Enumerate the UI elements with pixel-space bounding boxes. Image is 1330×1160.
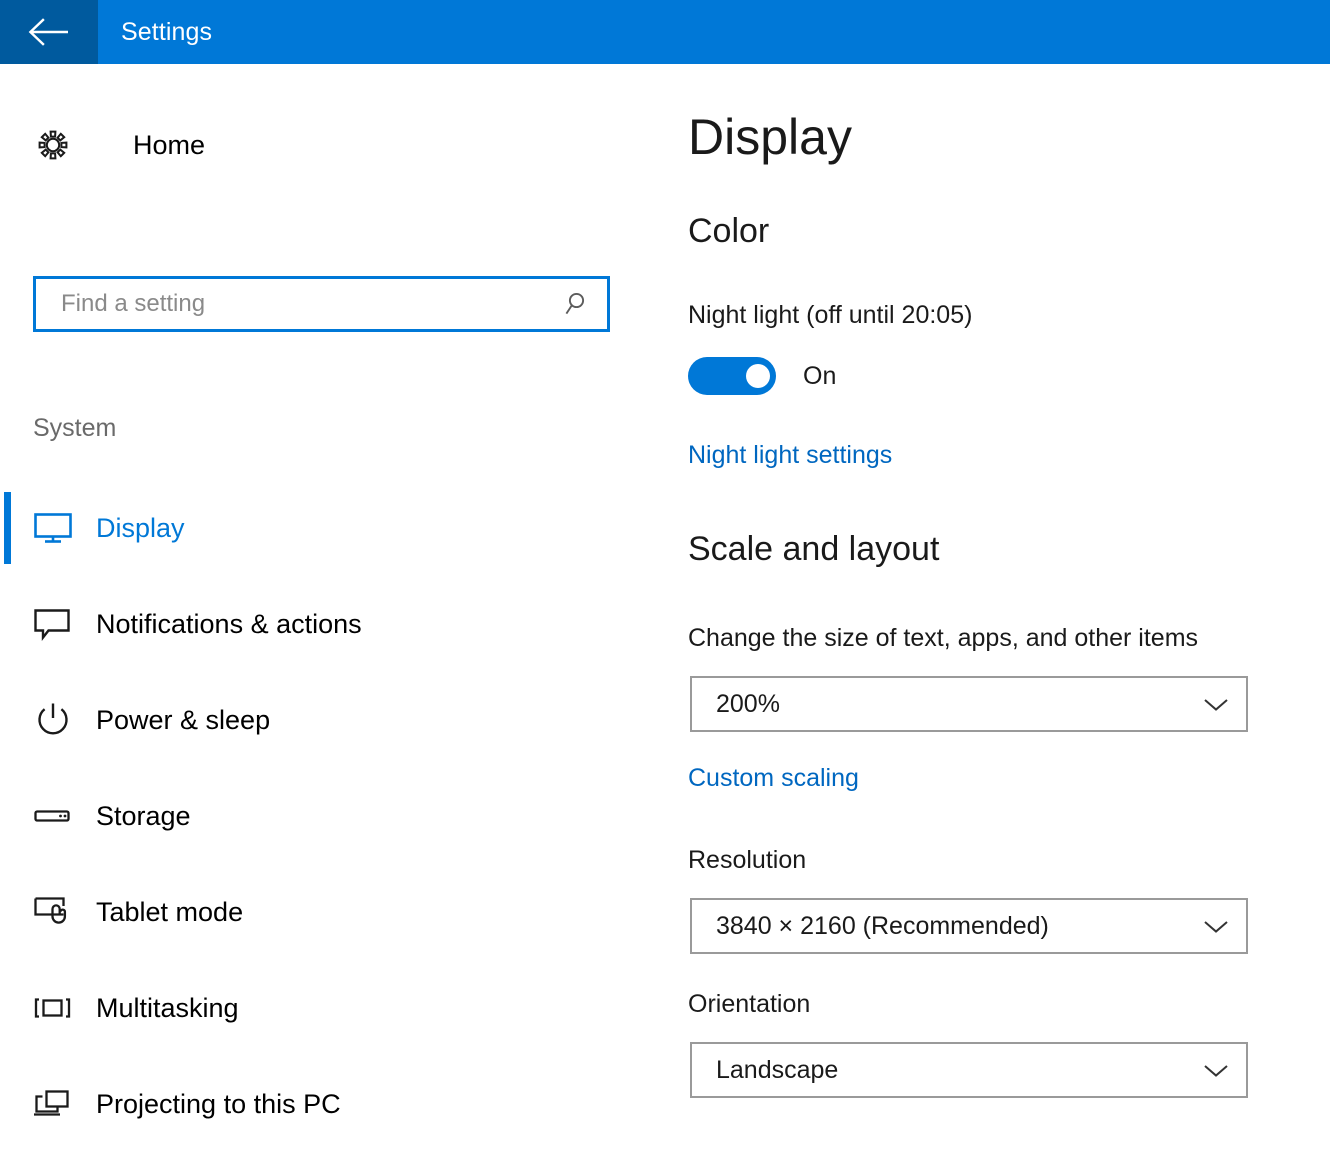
sidebar-nav-list: Display Notifications & actions Power & …	[0, 480, 660, 1160]
sidebar-item-storage[interactable]: Storage	[0, 768, 660, 864]
sidebar-item-display[interactable]: Display	[0, 480, 660, 576]
sidebar-item-tablet-label: Tablet mode	[96, 896, 244, 927]
page-title: Display	[688, 109, 852, 165]
custom-scaling-link[interactable]: Custom scaling	[688, 764, 859, 793]
sidebar-item-projecting-label: Projecting to this PC	[96, 1088, 341, 1119]
night-light-settings-link[interactable]: Night light settings	[688, 441, 892, 470]
orientation-dropdown[interactable]: Landscape	[690, 1042, 1248, 1098]
orientation-dropdown-value: Landscape	[716, 1055, 839, 1084]
night-light-label: Night light (off until 20:05)	[688, 301, 973, 329]
settings-window: Settings Home Find a setting System Disp…	[0, 0, 1330, 1160]
sidebar-item-multitasking-label: Multitasking	[96, 992, 239, 1023]
section-heading-scale-layout: Scale and layout	[688, 530, 940, 568]
sidebar-item-home[interactable]: Home	[33, 117, 205, 173]
night-light-toggle-state: On	[803, 361, 837, 390]
monitor-icon	[32, 510, 78, 546]
gear-icon	[33, 125, 73, 165]
drive-icon	[32, 804, 78, 828]
resolution-label: Resolution	[688, 846, 807, 874]
sidebar-item-storage-label: Storage	[96, 800, 191, 831]
orientation-label: Orientation	[688, 990, 811, 1018]
sidebar-item-notifications-label: Notifications & actions	[96, 608, 362, 639]
night-light-toggle[interactable]	[688, 357, 776, 395]
resolution-dropdown[interactable]: 3840 × 2160 (Recommended)	[690, 898, 1248, 954]
title-bar: Settings	[0, 0, 1330, 64]
sidebar-item-multitasking[interactable]: Multitasking	[0, 960, 660, 1056]
sidebar-group-label: System	[33, 414, 117, 442]
back-button[interactable]	[0, 0, 98, 64]
sidebar-item-projecting[interactable]: Projecting to this PC	[0, 1056, 660, 1152]
main-content: Display Color Night light (off until 20:…	[660, 64, 1330, 1160]
search-box[interactable]	[33, 276, 610, 332]
sidebar-item-notifications-actions[interactable]: Notifications & actions	[0, 576, 660, 672]
sidebar-item-tablet-mode[interactable]: Tablet mode	[0, 864, 660, 960]
scale-dropdown[interactable]: 200%	[690, 676, 1248, 732]
resolution-dropdown-value: 3840 × 2160 (Recommended)	[716, 911, 1049, 940]
tablet-hand-icon	[32, 893, 78, 931]
multitask-icon	[32, 993, 78, 1023]
selection-indicator	[4, 492, 11, 564]
toggle-knob	[746, 364, 770, 388]
night-light-toggle-row: On	[688, 357, 836, 395]
section-heading-color: Color	[688, 212, 770, 250]
power-icon	[32, 701, 78, 739]
project-screen-icon	[32, 1086, 78, 1122]
speech-bubble-icon	[32, 606, 78, 642]
scale-dropdown-value: 200%	[716, 689, 780, 718]
sidebar-item-shared-experiences[interactable]: Shared experiences	[0, 1152, 660, 1160]
scale-size-label: Change the size of text, apps, and other…	[688, 624, 1199, 652]
back-arrow-icon	[27, 16, 71, 48]
sidebar-item-power-label: Power & sleep	[96, 704, 271, 735]
sidebar-item-power-sleep[interactable]: Power & sleep	[0, 672, 660, 768]
sidebar-item-home-label: Home	[133, 129, 206, 160]
search-input[interactable]	[36, 279, 549, 329]
sidebar: Home System	[0, 64, 660, 1160]
search-icon[interactable]	[549, 279, 607, 329]
sidebar-item-display-label: Display	[96, 512, 185, 543]
chevron-down-icon	[1186, 916, 1246, 936]
chevron-down-icon	[1186, 1060, 1246, 1080]
window-title: Settings	[121, 17, 213, 46]
chevron-down-icon	[1186, 694, 1246, 714]
